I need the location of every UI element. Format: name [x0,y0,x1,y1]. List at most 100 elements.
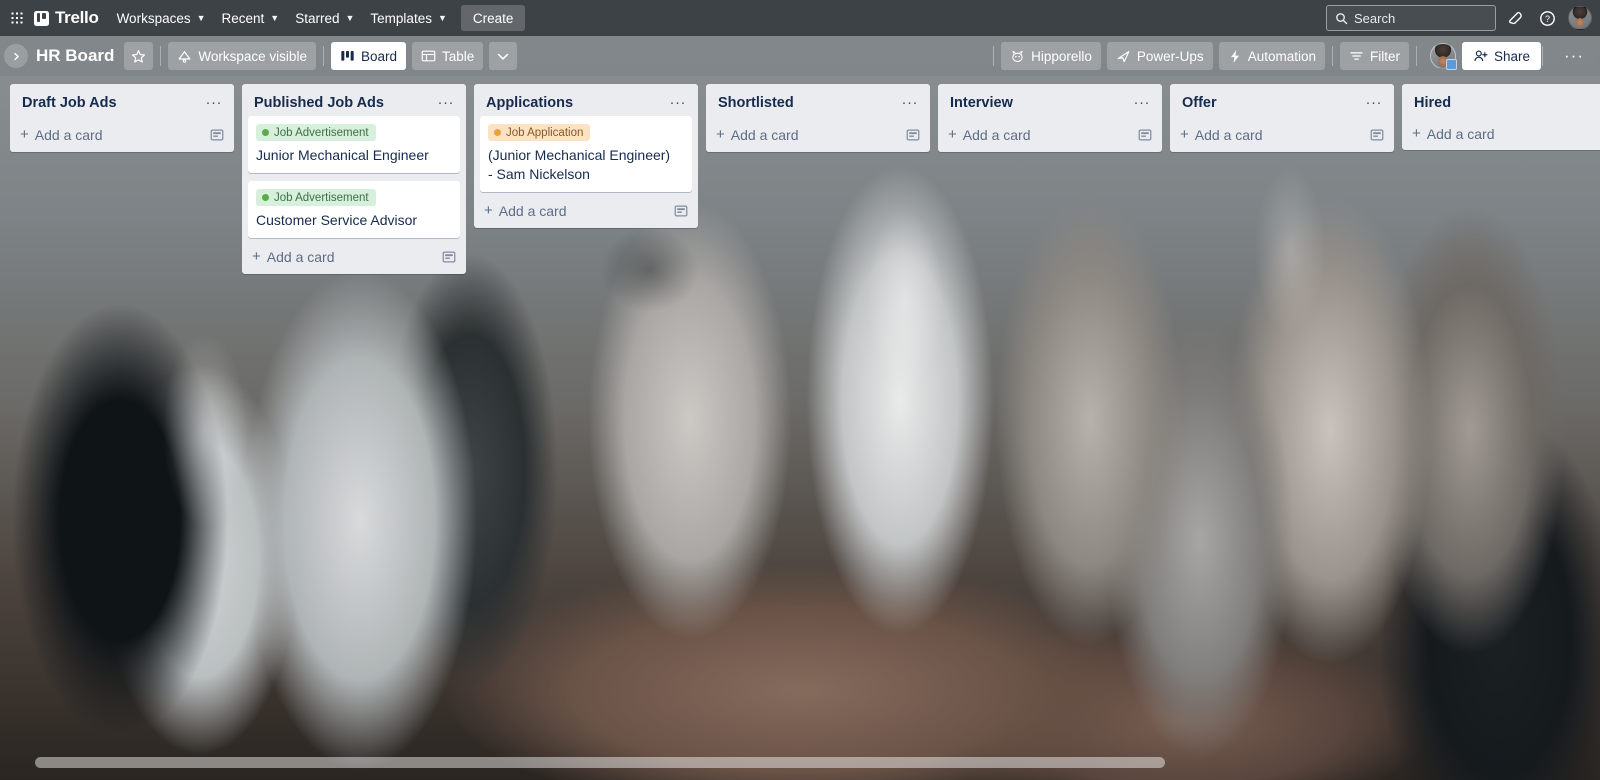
nav-recent[interactable]: Recent ▼ [214,5,288,31]
list-menu-button[interactable]: ··· [434,95,459,110]
card-template-icon[interactable] [208,126,226,144]
card-label-text: Job Advertisement [274,191,369,204]
plus-icon: + [484,202,493,219]
board-member-avatar[interactable] [1429,43,1457,70]
card-template-icon[interactable] [1368,126,1386,144]
search-placeholder: Search [1354,10,1396,26]
automation-label: Automation [1247,48,1316,64]
card-sam-nickelson-application[interactable]: Job Application (Junior Mechanical Engin… [480,116,692,192]
card-customer-service-advisor[interactable]: Job Advertisement Customer Service Advis… [248,181,460,238]
filter-button[interactable]: Filter [1339,42,1409,70]
plus-icon: + [1180,126,1189,143]
add-card-button[interactable]: + Add a card [1402,118,1600,150]
board-menu-button[interactable]: ··· [1556,42,1592,70]
page-title: HR Board [36,46,115,65]
trello-logo[interactable]: Trello [28,8,109,28]
list-header[interactable]: Draft Job Ads ··· [10,90,234,116]
search-input[interactable]: Search [1326,5,1496,31]
add-card-label: Add a card [1426,126,1495,142]
plus-icon: + [716,126,725,143]
search-icon [1336,12,1348,24]
add-card-button[interactable]: + Add a card [242,240,466,274]
add-card-button[interactable]: + Add a card [10,118,234,152]
list-title: Offer [1182,95,1217,111]
add-card-button[interactable]: + Add a card [474,194,698,228]
list-menu-button[interactable]: ··· [666,95,691,110]
list-header[interactable]: Hired [1402,90,1600,116]
list-title: Interview [950,95,1013,111]
share-button[interactable]: Share [1461,42,1542,70]
user-avatar[interactable] [1568,6,1592,30]
list-cards: Job Application (Junior Mechanical Engin… [474,116,698,192]
list-header[interactable]: Interview ··· [938,90,1162,116]
card-template-icon[interactable] [904,126,922,144]
workspace-visible-icon [178,50,191,63]
person-add-icon [1474,50,1488,62]
star-icon [132,49,146,63]
list-header[interactable]: Published Job Ads ··· [242,90,466,116]
add-card-label: Add a card [266,249,335,265]
plus-icon: + [1412,125,1421,142]
list-title: Hired [1414,95,1452,111]
card-template-icon[interactable] [672,202,690,220]
help-circle-icon[interactable]: ? [1534,5,1560,31]
chevron-right-icon [13,52,19,60]
add-card-button[interactable]: + Add a card [938,118,1162,152]
add-card-label: Add a card [730,127,799,143]
filter-icon [1350,52,1363,60]
lightning-bolt-icon [1230,49,1239,63]
list-interview: Interview ··· + Add a card [938,84,1162,152]
tab-board-view[interactable]: Board [330,42,406,70]
hipporello-button[interactable]: Hipporello [1001,42,1101,70]
hipporello-icon [1012,50,1023,62]
divider [1542,46,1544,66]
add-card-label: Add a card [34,127,103,143]
list-header[interactable]: Shortlisted ··· [706,90,930,116]
horizontal-scrollbar[interactable] [35,757,1165,768]
card-label-job-advertisement: Job Advertisement [256,124,376,141]
card-title: (Junior Mechanical Engineer) - Sam Nicke… [488,147,671,182]
chevron-down-icon: ▼ [270,13,280,23]
list-header[interactable]: Offer ··· [1170,90,1394,116]
powerup-rocket-icon [1117,50,1130,62]
avatar-badge [1445,59,1457,70]
add-card-label: Add a card [1194,127,1263,143]
board-visibility-button[interactable]: Workspace visible [168,42,316,70]
nav-workspaces-label: Workspaces [116,10,191,26]
share-label: Share [1493,48,1531,64]
add-card-button[interactable]: + Add a card [706,118,930,152]
list-menu-button[interactable]: ··· [1362,95,1387,110]
power-ups-button[interactable]: Power-Ups [1106,42,1213,70]
card-template-icon[interactable] [1136,126,1154,144]
nav-templates-label: Templates [370,10,432,26]
nav-workspaces[interactable]: Workspaces ▼ [109,5,214,31]
plus-icon: + [252,248,261,265]
list-menu-button[interactable]: ··· [898,95,923,110]
tab-table-view[interactable]: Table [411,42,484,70]
create-button[interactable]: Create [460,5,526,31]
board-lists-canvas: Draft Job Ads ··· + Add a card Published… [0,76,1600,780]
label-dot [494,129,501,136]
trello-logo-mark [34,10,49,26]
chevron-down-icon: ▼ [437,13,447,23]
card-junior-mechanical-engineer[interactable]: Job Advertisement Junior Mechanical Engi… [248,116,460,173]
views-dropdown-button[interactable] [489,42,518,70]
sidebar-expand-button[interactable] [4,44,28,68]
card-label-job-advertisement: Job Advertisement [256,189,376,206]
automation-button[interactable]: Automation [1218,42,1325,70]
list-draft-job-ads: Draft Job Ads ··· + Add a card [10,84,234,152]
chevron-down-icon: ▼ [196,13,206,23]
card-template-icon[interactable] [440,248,458,266]
nav-templates[interactable]: Templates ▼ [362,5,454,31]
board-header-right: Hipporello Power-Ups Automation Filter S… [992,42,1592,70]
nav-starred[interactable]: Starred ▼ [287,5,362,31]
add-card-button[interactable]: + Add a card [1170,118,1394,152]
list-menu-button[interactable]: ··· [1130,95,1155,110]
grid-apps-icon[interactable] [6,5,28,31]
svg-text:?: ? [1545,13,1550,23]
list-header[interactable]: Applications ··· [474,90,698,116]
star-board-button[interactable] [124,42,154,70]
bell-icon[interactable] [1502,5,1528,31]
card-label-job-application: Job Application [488,124,591,141]
list-menu-button[interactable]: ··· [202,95,227,110]
